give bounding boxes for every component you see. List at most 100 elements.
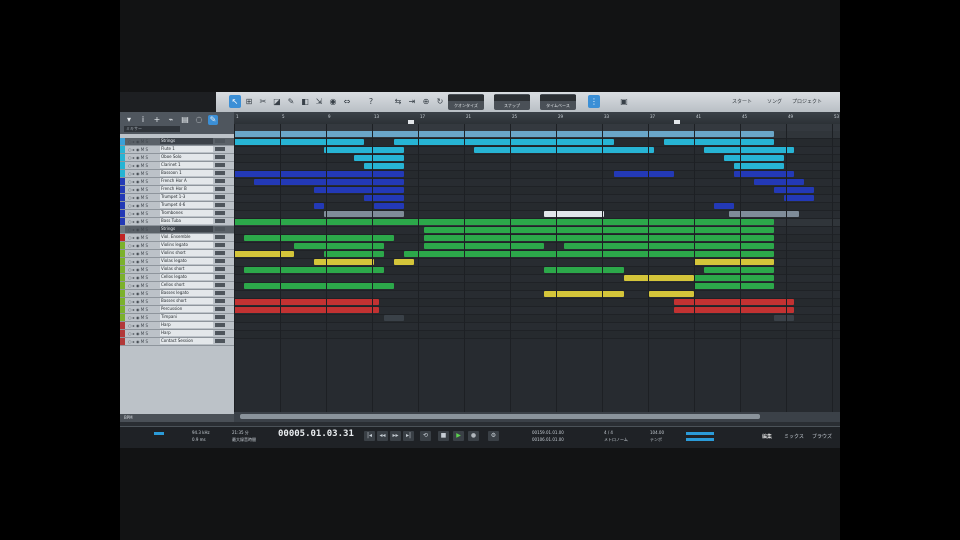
folder-icon[interactable]: ▤	[180, 115, 190, 125]
arrow-tool-icon[interactable]: ↖	[229, 95, 241, 108]
save-icon[interactable]: ▣	[618, 95, 630, 108]
track-name[interactable]: Violins short	[160, 250, 213, 256]
track-lane[interactable]	[234, 179, 840, 187]
loop-start[interactable]: 00159.01.01.00	[532, 430, 564, 436]
track-controls[interactable]: ○ ▸ ◉ M S	[128, 274, 148, 281]
track-lane[interactable]	[234, 203, 840, 211]
track-controls[interactable]: ○ ▸ ◉ M S	[128, 162, 148, 169]
track-lane[interactable]	[234, 243, 840, 251]
track-header[interactable]: ○ ▸ ◉ M S Trumpet 4-6	[120, 202, 234, 210]
clip[interactable]	[404, 251, 774, 257]
tab-browse[interactable]: ブラウズ	[812, 433, 832, 440]
track-lane[interactable]	[234, 155, 840, 163]
slip-tool-icon[interactable]: ⇔	[341, 95, 353, 108]
clip[interactable]	[234, 139, 364, 145]
add-track-icon[interactable]: +	[152, 115, 162, 125]
track-header[interactable]: ○ ▸ ◉ M S Timpani	[120, 314, 234, 322]
clip[interactable]	[354, 155, 404, 161]
track-name[interactable]: Cellos short	[160, 282, 213, 288]
snap-toggle-icon[interactable]: ⋮	[588, 95, 600, 108]
fast-forward-button[interactable]: ▸▸	[390, 431, 401, 441]
eraser-tool-icon[interactable]: ◪	[271, 95, 283, 108]
track-header[interactable]: ○ ▸ ◉ M S Percussion	[120, 306, 234, 314]
track-controls[interactable]: ○ ▸ ◉ M S	[128, 210, 148, 217]
refresh-icon[interactable]: ↻	[434, 95, 446, 108]
clip[interactable]	[364, 195, 404, 201]
clip[interactable]	[394, 139, 614, 145]
clip[interactable]	[374, 203, 404, 209]
clip[interactable]	[314, 187, 404, 193]
track-controls[interactable]: ○ ▸ ◉ M S	[128, 314, 148, 321]
track-name[interactable]: Strings	[160, 226, 213, 232]
go-end-button[interactable]: ▸|	[403, 431, 414, 441]
track-header[interactable]: ○ ▸ ◉ M S Clarinet 1	[120, 162, 234, 170]
nav-start[interactable]: スタート	[732, 98, 752, 105]
track-name[interactable]: Harp	[160, 322, 213, 328]
track-lane[interactable]	[234, 251, 840, 259]
track-header[interactable]: ○ ▸ ◉ M S Violins legato	[120, 242, 234, 250]
pencil-tool-icon[interactable]: ✎	[285, 95, 297, 108]
track-header[interactable]: ○ ▸ ◉ M S Harp	[120, 330, 234, 338]
clip[interactable]	[254, 179, 404, 185]
clip[interactable]	[244, 267, 384, 273]
rewind-button[interactable]: ◂◂	[377, 431, 388, 441]
track-lane[interactable]	[234, 291, 840, 299]
horizontal-scrollbar[interactable]	[234, 412, 840, 422]
clip[interactable]	[694, 275, 774, 281]
quantize-selector[interactable]: クオンタイズ	[448, 94, 484, 110]
tempo-value[interactable]: 104.00	[650, 430, 664, 436]
track-controls[interactable]: ○ ▸ ◉ M S	[128, 266, 148, 273]
nav-project[interactable]: プロジェクト	[792, 98, 822, 105]
track-name[interactable]: Violins legato	[160, 242, 213, 248]
track-name[interactable]: Trumpet 1-3	[160, 194, 213, 200]
range-tool-icon[interactable]: ⊞	[243, 95, 255, 108]
pencil-icon[interactable]: ✎	[208, 115, 218, 125]
track-header[interactable]: ○ ▸ ◉ M S Violas short	[120, 266, 234, 274]
loop-button[interactable]: ⟲	[420, 431, 431, 441]
expand-icon[interactable]: ▾	[124, 115, 134, 125]
arrange-view[interactable]: 1 5 9 13 17 21 25 29 33 37 41 45 49 53	[234, 112, 840, 422]
track-name[interactable]: Percussion	[160, 306, 213, 312]
nav-song[interactable]: ソング	[767, 98, 782, 105]
track-header[interactable]: ○ ▸ ◉ M S Cellos legato	[120, 274, 234, 282]
track-controls[interactable]: ○ ▸ ◉ M S	[128, 330, 148, 337]
track-lane[interactable]	[234, 331, 840, 339]
track-controls[interactable]: ○ ▸ ◉ M S	[128, 186, 148, 193]
track-controls[interactable]: ○ ▸ ◉ M S	[128, 322, 148, 329]
clip[interactable]	[754, 179, 804, 185]
track-header[interactable]: ○ ▸ ◉ M S French Hor B	[120, 186, 234, 194]
time-display[interactable]: 00005.01.03.31	[278, 429, 354, 439]
track-name[interactable]: Cellos legato	[160, 274, 213, 280]
track-header[interactable]: ○ ▸ ◉ M S Oboe Solo	[120, 154, 234, 162]
track-header[interactable]: ○ ▸ ◉ M S Basses short	[120, 298, 234, 306]
track-name[interactable]: Bass Tuba	[160, 218, 213, 224]
track-name[interactable]: Basses legato	[160, 290, 213, 296]
track-header[interactable]: ○ ▸ ◉ M S Strings	[120, 226, 234, 234]
clip[interactable]	[704, 267, 774, 273]
clip[interactable]	[614, 171, 674, 177]
track-lane[interactable]	[234, 267, 840, 275]
track-controls[interactable]: ○ ▸ ◉ M S	[128, 178, 148, 185]
record-button[interactable]: ●	[468, 431, 479, 441]
track-name[interactable]: Timpani	[160, 314, 213, 320]
track-filter[interactable]: ミキサー	[124, 126, 180, 132]
clip[interactable]	[314, 203, 324, 209]
listen-tool-icon[interactable]: ◉	[327, 95, 339, 108]
track-header[interactable]: ○ ▸ ◉ M S Basses legato	[120, 290, 234, 298]
track-name[interactable]: Harp	[160, 330, 213, 336]
autoscroll-icon[interactable]: ⇥	[406, 95, 418, 108]
timebase-selector[interactable]: タイムベース	[540, 94, 576, 110]
scroll-thumb[interactable]	[240, 414, 760, 419]
track-lanes[interactable]	[234, 131, 840, 412]
clip[interactable]	[234, 251, 294, 257]
track-lane[interactable]	[234, 323, 840, 331]
track-lane[interactable]	[234, 275, 840, 283]
track-name[interactable]: Viol. Ensemble	[160, 234, 213, 240]
track-lane[interactable]	[234, 211, 840, 219]
track-header[interactable]: ○ ▸ ◉ M S Cellos short	[120, 282, 234, 290]
track-lane[interactable]	[234, 219, 840, 227]
track-lane[interactable]	[234, 139, 840, 147]
track-lane[interactable]	[234, 283, 840, 291]
clip[interactable]	[394, 259, 414, 265]
track-name[interactable]: Basses short	[160, 298, 213, 304]
